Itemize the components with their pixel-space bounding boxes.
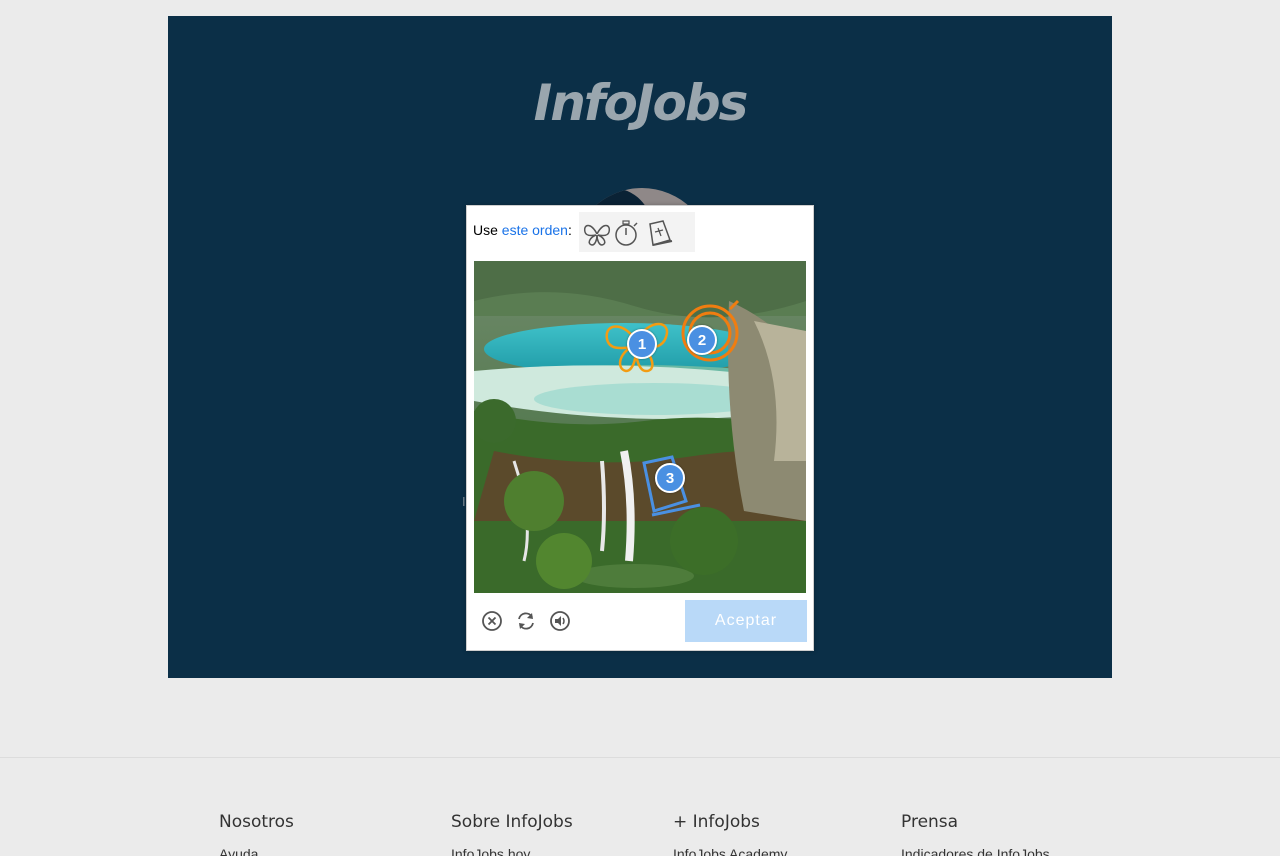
infojobs-logo[interactable]: InfoJobs — [168, 74, 1112, 132]
prompt-colon: : — [567, 222, 572, 238]
audio-icon[interactable] — [549, 610, 571, 632]
captcha-dialog: Use este orden: 1 2 3 Aceptar — [466, 205, 814, 651]
landscape-image — [474, 261, 806, 593]
footer-heading: + InfoJobs — [673, 812, 760, 832]
footer-link-infojobs-hoy[interactable]: InfoJobs hoy — [451, 846, 573, 856]
captcha-prompt: Use este orden: — [473, 222, 572, 238]
bell-icon — [649, 220, 673, 246]
footer-column-nosotros: Nosotros Ayuda — [219, 812, 294, 856]
footer-link-indicadores[interactable]: Indicadores de InfoJobs — [901, 846, 1050, 856]
close-icon[interactable] — [481, 610, 503, 632]
footer-column-mas: + InfoJobs InfoJobs Academy — [673, 812, 787, 856]
accept-button[interactable]: Aceptar — [685, 600, 807, 642]
footer-column-prensa: Prensa Indicadores de InfoJobs — [901, 812, 1050, 856]
footer-divider — [0, 757, 1280, 758]
selection-marker-3[interactable]: 3 — [655, 463, 685, 493]
footer-heading: Prensa — [901, 812, 959, 832]
stopwatch-icon — [615, 220, 638, 246]
footer-heading: Nosotros — [219, 812, 294, 832]
butterfly-icon — [583, 224, 611, 246]
selection-marker-1[interactable]: 1 — [627, 329, 657, 359]
footer-link-academy[interactable]: InfoJobs Academy — [673, 846, 787, 856]
footer-column-sobre: Sobre InfoJobs InfoJobs hoy — [451, 812, 573, 856]
selection-marker-2[interactable]: 2 — [687, 325, 717, 355]
order-icons-strip — [579, 212, 695, 252]
prompt-order-link[interactable]: este orden — [502, 222, 568, 238]
prompt-prefix: Use — [473, 222, 498, 238]
captcha-image[interactable]: 1 2 3 — [474, 261, 806, 593]
footer-heading: Sobre InfoJobs — [451, 812, 573, 832]
refresh-icon[interactable] — [515, 610, 537, 632]
footer-link-ayuda[interactable]: Ayuda — [219, 846, 294, 856]
